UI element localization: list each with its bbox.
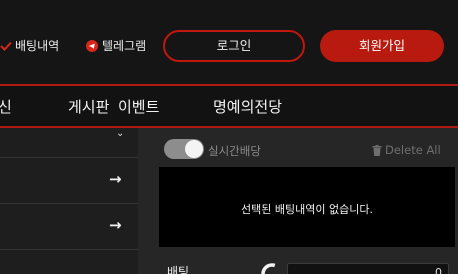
nav-item-partial[interactable]: 신	[0, 96, 12, 117]
bet-slip-empty-box: 선택된 배팅내역이 없습니다.	[159, 167, 455, 247]
trash-icon	[372, 144, 382, 156]
nav-item-event[interactable]: 이벤트	[118, 96, 159, 117]
empty-message: 선택된 배팅내역이 없습니다.	[241, 203, 373, 216]
chevron-down-icon: ⌄	[116, 128, 125, 139]
arrow-right-icon: →	[109, 216, 122, 234]
telegram-icon	[86, 39, 98, 52]
bet-slip: 실시간배당 Delete All 선택된 배팅내역이 없습니다. 배팅 0	[156, 128, 458, 274]
bet-amount-row: 배팅 0	[159, 257, 455, 274]
left-menu-row[interactable]: ⌄	[0, 128, 138, 158]
nav-item-hall-of-fame[interactable]: 명예의전당	[213, 96, 282, 117]
delete-all-button[interactable]: Delete All	[372, 143, 441, 157]
arrow-right-icon: →	[109, 170, 122, 188]
divider-strip	[138, 128, 156, 274]
left-menu-row[interactable]: →	[0, 158, 138, 204]
refresh-icon[interactable]	[261, 263, 283, 274]
bet-amount-label: 배팅	[167, 265, 190, 274]
bet-amount-input[interactable]: 0	[287, 263, 449, 274]
telegram-label: 텔레그램	[102, 39, 147, 53]
realtime-odds-toggle[interactable]	[164, 139, 204, 159]
delete-all-label: Delete All	[385, 143, 441, 157]
nav-item-board[interactable]: 게시판	[68, 96, 109, 117]
login-button[interactable]: 로그인	[163, 30, 305, 62]
toggle-knob	[185, 140, 203, 158]
main-nav: 신 게시판 이벤트 명예의전당	[0, 84, 458, 128]
check-icon	[0, 40, 12, 52]
bet-history-link[interactable]: 배팅내역	[0, 37, 59, 54]
left-menu: ⌄ → →	[0, 128, 138, 274]
top-header: 배팅내역 텔레그램 로그인 회원가입	[0, 0, 458, 88]
signup-button[interactable]: 회원가입	[320, 30, 444, 62]
telegram-link[interactable]: 텔레그램	[86, 37, 146, 54]
realtime-odds-label: 실시간배당	[208, 144, 261, 158]
bet-history-label: 배팅내역	[15, 39, 60, 53]
bet-amount-value: 0	[435, 266, 442, 274]
left-menu-row[interactable]: →	[0, 204, 138, 250]
